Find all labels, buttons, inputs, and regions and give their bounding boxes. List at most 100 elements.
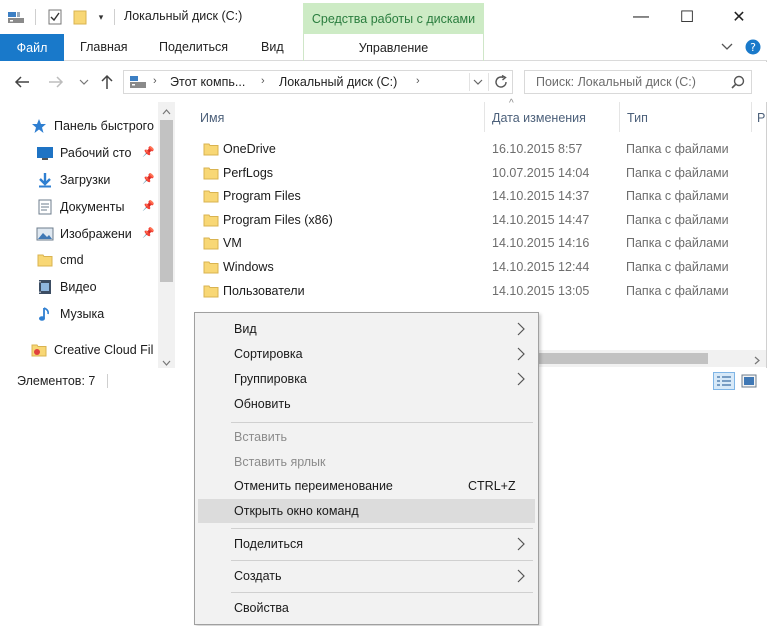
table-row[interactable]: OneDrive 16.10.2015 8:57 Папка с файлами (196, 138, 767, 161)
menu-item-undo-rename[interactable]: Отменить переименование CTRL+Z (198, 474, 535, 498)
address-divider (469, 73, 470, 91)
refresh-icon[interactable] (493, 74, 509, 93)
nav-item-quick-access[interactable]: Панель быстрого (30, 116, 154, 136)
scroll-down-icon[interactable] (162, 355, 171, 369)
search-input[interactable]: Поиск: Локальный диск (C:) (524, 70, 752, 94)
details-view-icon[interactable] (713, 372, 735, 390)
menu-item-properties[interactable]: Свойства (198, 596, 535, 620)
ribbon-tabs: Файл Главная Поделиться Вид Управление ? (0, 34, 767, 61)
breadcrumb-this-pc[interactable]: Этот компь... (170, 75, 245, 89)
drive-icon (129, 74, 147, 93)
address-history-dropdown-icon[interactable] (473, 76, 483, 91)
star-icon (30, 118, 48, 134)
tab-file[interactable]: Файл (0, 34, 64, 61)
table-row[interactable]: PerfLogs 10.07.2015 14:04 Папка с файлам… (196, 162, 767, 185)
file-name: Program Files (223, 189, 301, 203)
expand-ribbon-icon[interactable] (719, 39, 735, 55)
menu-item-refresh[interactable]: Обновить (198, 392, 535, 416)
menu-item-new[interactable]: Создать (198, 564, 535, 588)
file-name: PerfLogs (223, 166, 274, 180)
file-date: 16.10.2015 8:57 (492, 142, 583, 156)
up-arrow-icon[interactable] (96, 71, 118, 93)
breadcrumb-separator-icon[interactable]: › (261, 75, 265, 87)
menu-item-view[interactable]: Вид (198, 317, 535, 341)
column-header-type[interactable]: Тип (627, 111, 648, 125)
file-date: 14.10.2015 14:47 (492, 213, 590, 227)
submenu-arrow-icon (517, 347, 525, 361)
nav-item-label: Документы (60, 200, 125, 214)
forward-arrow-icon[interactable] (45, 71, 67, 93)
nav-item-label: Панель быстрого (54, 119, 154, 133)
column-header-date[interactable]: Дата изменения (492, 111, 586, 125)
nav-item-label: Creative Cloud Fil (54, 343, 154, 357)
column-header-size[interactable]: Р (757, 111, 765, 125)
menu-item-open-command-window[interactable]: Открыть окно команд (198, 499, 535, 523)
nav-item-cmd[interactable]: cmd (36, 250, 84, 270)
back-arrow-icon[interactable] (11, 71, 33, 93)
file-type: Папка с файлами (626, 260, 729, 274)
help-icon[interactable]: ? (745, 39, 761, 55)
table-row[interactable]: Windows 14.10.2015 12:44 Папка с файлами (196, 256, 767, 279)
close-button[interactable]: ✕ (716, 0, 762, 34)
menu-item-label: Группировка (234, 372, 307, 386)
navigation-bar: › Этот компь... › Локальный диск (C:) › … (0, 62, 767, 102)
minimize-button[interactable]: — (618, 0, 664, 34)
nav-pane-scroll-thumb[interactable] (160, 120, 173, 282)
column-divider[interactable] (619, 102, 620, 132)
menu-item-sort[interactable]: Сортировка (198, 342, 535, 366)
scroll-up-icon[interactable] (162, 104, 171, 118)
menu-separator (231, 560, 533, 561)
nav-item-downloads[interactable]: Загрузки (36, 170, 110, 190)
nav-item-creative-cloud[interactable]: Creative Cloud Fil (30, 340, 153, 360)
column-divider[interactable] (484, 102, 485, 132)
large-icons-view-icon[interactable] (738, 372, 760, 390)
customize-qat-icon[interactable]: ▾ (94, 8, 108, 26)
breadcrumb-separator-icon[interactable]: › (416, 75, 420, 87)
menu-separator (231, 422, 533, 423)
file-name: Пользователи (223, 284, 305, 298)
table-row[interactable]: Program Files (x86) 14.10.2015 14:47 Пап… (196, 209, 767, 232)
navigation-pane: Панель быстрого Рабочий сто 📌 Загрузки 📌… (0, 102, 175, 368)
menu-item-label: Сортировка (234, 347, 303, 361)
menu-item-share[interactable]: Поделиться (198, 532, 535, 556)
nav-item-desktop[interactable]: Рабочий сто (36, 143, 131, 163)
nav-item-label: cmd (60, 253, 84, 267)
recent-locations-icon[interactable] (73, 71, 95, 93)
folder-icon (203, 214, 219, 227)
menu-item-paste[interactable]: Вставить (198, 425, 535, 449)
folder-icon (203, 167, 219, 180)
file-type: Папка с файлами (626, 166, 729, 180)
table-row[interactable]: Program Files 14.10.2015 14:37 Папка с ф… (196, 185, 767, 208)
file-list-scrollbar[interactable] (520, 350, 766, 367)
menu-item-group[interactable]: Группировка (198, 367, 535, 391)
search-icon[interactable] (731, 75, 745, 92)
scroll-right-icon[interactable] (754, 354, 760, 368)
breadcrumb-local-disk[interactable]: Локальный диск (C:) (279, 75, 397, 89)
drive-properties-icon[interactable] (6, 8, 26, 26)
new-folder-icon[interactable] (71, 8, 89, 26)
menu-separator (231, 528, 533, 529)
menu-item-paste-shortcut[interactable]: Вставить ярлык (198, 450, 535, 474)
nav-item-pictures[interactable]: Изображени (36, 224, 132, 244)
checkmark-properties-icon[interactable] (46, 8, 64, 26)
tab-view[interactable]: Вид (261, 40, 284, 54)
table-row[interactable]: VM 14.10.2015 14:16 Папка с файлами (196, 232, 767, 255)
maximize-button[interactable]: ☐ (664, 0, 710, 34)
nav-item-music[interactable]: Музыка (36, 304, 104, 324)
menu-item-label: Свойства (234, 601, 289, 615)
nav-pane-scrollbar[interactable] (158, 102, 175, 368)
address-bar[interactable]: › Этот компь... › Локальный диск (C:) › (123, 70, 513, 94)
nav-item-documents[interactable]: Документы (36, 197, 124, 217)
file-list-scroll-thumb[interactable] (538, 353, 708, 364)
tab-share[interactable]: Поделиться (159, 40, 228, 54)
table-row[interactable]: Пользователи 14.10.2015 13:05 Папка с фа… (196, 280, 767, 303)
file-type: Папка с файлами (626, 189, 729, 203)
menu-item-label: Обновить (234, 397, 291, 411)
tab-manage[interactable]: Управление (303, 34, 484, 61)
column-header-name[interactable]: Имя (200, 111, 224, 125)
breadcrumb-separator-icon[interactable]: › (153, 75, 157, 87)
nav-item-video[interactable]: Видео (36, 277, 97, 297)
nav-item-label: Рабочий сто (60, 146, 132, 160)
tab-home[interactable]: Главная (80, 40, 128, 54)
column-divider[interactable] (751, 102, 752, 132)
